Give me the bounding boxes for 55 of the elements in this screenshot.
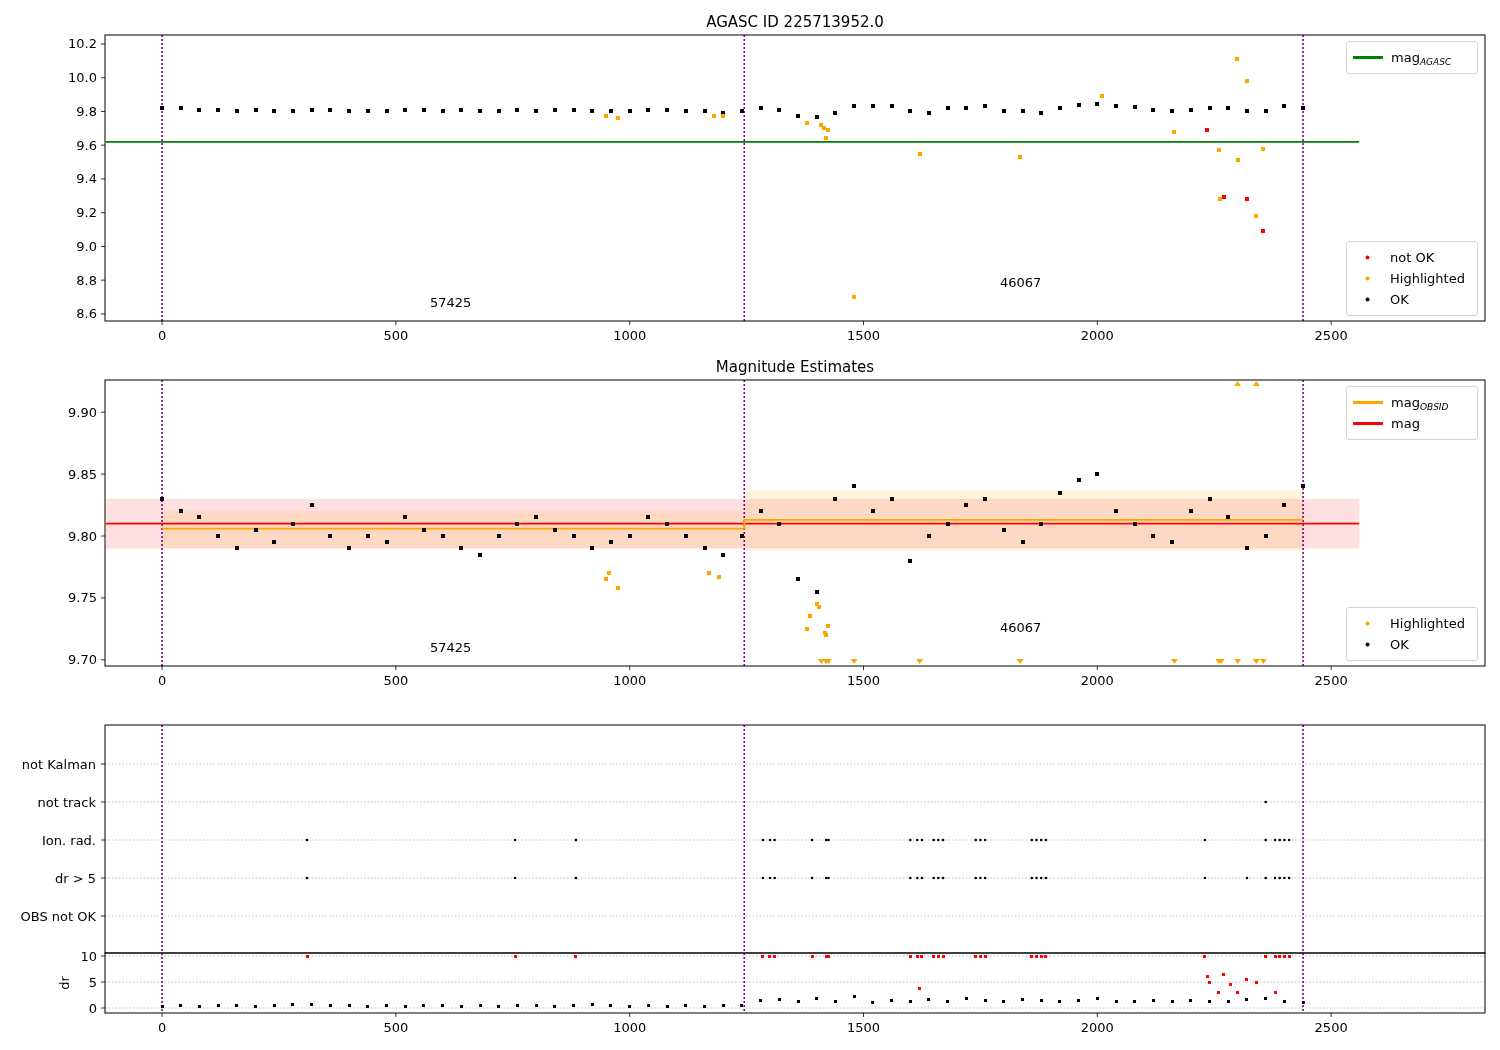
tick-label: 10.0	[68, 70, 97, 86]
tick-label: 2500	[1314, 673, 1348, 688]
legend-label: Highlighted	[1390, 270, 1465, 287]
annotation-label: 46067	[1000, 620, 1042, 635]
tick-label: 9.85	[68, 466, 97, 482]
tick-label: 5	[88, 974, 97, 990]
tick-label: 1500	[846, 673, 881, 688]
tick-label: 9.4	[76, 171, 97, 187]
tick-label: 500	[383, 328, 409, 343]
tick-label: 0	[88, 1000, 97, 1016]
legend-label: mag$_{AGASC}$	[1391, 49, 1452, 66]
tick-label: 0	[157, 328, 167, 343]
tick-label: 9.70	[68, 652, 97, 668]
tick-label: not track	[37, 794, 96, 810]
annotation-label: 57425	[430, 640, 472, 655]
tick-label: 9.90	[68, 404, 97, 420]
tick-label: 9.6	[76, 137, 97, 153]
tick-label: 2000	[1080, 673, 1114, 688]
legend-label: not OK	[1390, 249, 1435, 266]
tick-label: not Kalman	[21, 756, 96, 772]
tick-label: 1500	[846, 1020, 881, 1035]
tick-label: 8.8	[76, 272, 97, 288]
tick-label: 10	[80, 948, 97, 964]
annotation-label: 57425	[430, 295, 472, 310]
chart-title: AGASC ID 225713952.0	[706, 13, 884, 31]
chart-title: Magnitude Estimates	[715, 358, 875, 376]
tick-label: 2000	[1080, 1020, 1114, 1035]
tick-label: 9.0	[76, 238, 97, 254]
tick-label: 0	[157, 673, 167, 688]
annotation-label: 46067	[1000, 275, 1042, 290]
tick-label: 1000	[613, 328, 647, 343]
tick-label: 9.2	[76, 205, 97, 221]
tick-label: 2000	[1080, 328, 1114, 343]
tick-label: 1000	[613, 673, 647, 688]
tick-label: Ion. rad.	[42, 832, 96, 848]
tick-label: 9.75	[68, 590, 97, 606]
tick-label: 10.2	[68, 36, 97, 52]
tick-label: 500	[383, 673, 409, 688]
tick-label: 8.6	[76, 306, 97, 322]
legend-label: OK	[1390, 291, 1409, 308]
tick-label: 2500	[1314, 1020, 1348, 1035]
tick-label: 1500	[846, 328, 881, 343]
tick-label: 2500	[1314, 328, 1348, 343]
axis-label: dr	[57, 976, 72, 990]
tick-label: 1000	[613, 1020, 647, 1035]
legend-label: OK	[1390, 636, 1409, 653]
legend-label: Highlighted	[1390, 615, 1465, 632]
tick-label: 9.8	[76, 103, 97, 119]
tick-label: 500	[383, 1020, 409, 1035]
tick-label: 0	[157, 1020, 167, 1035]
legend-label: mag$_{OBSID}$	[1391, 394, 1449, 411]
tick-label: OBS not OK	[20, 908, 96, 924]
tick-label: 9.80	[68, 528, 97, 544]
legend-label: mag	[1391, 415, 1420, 432]
tick-label: dr > 5	[54, 870, 96, 886]
